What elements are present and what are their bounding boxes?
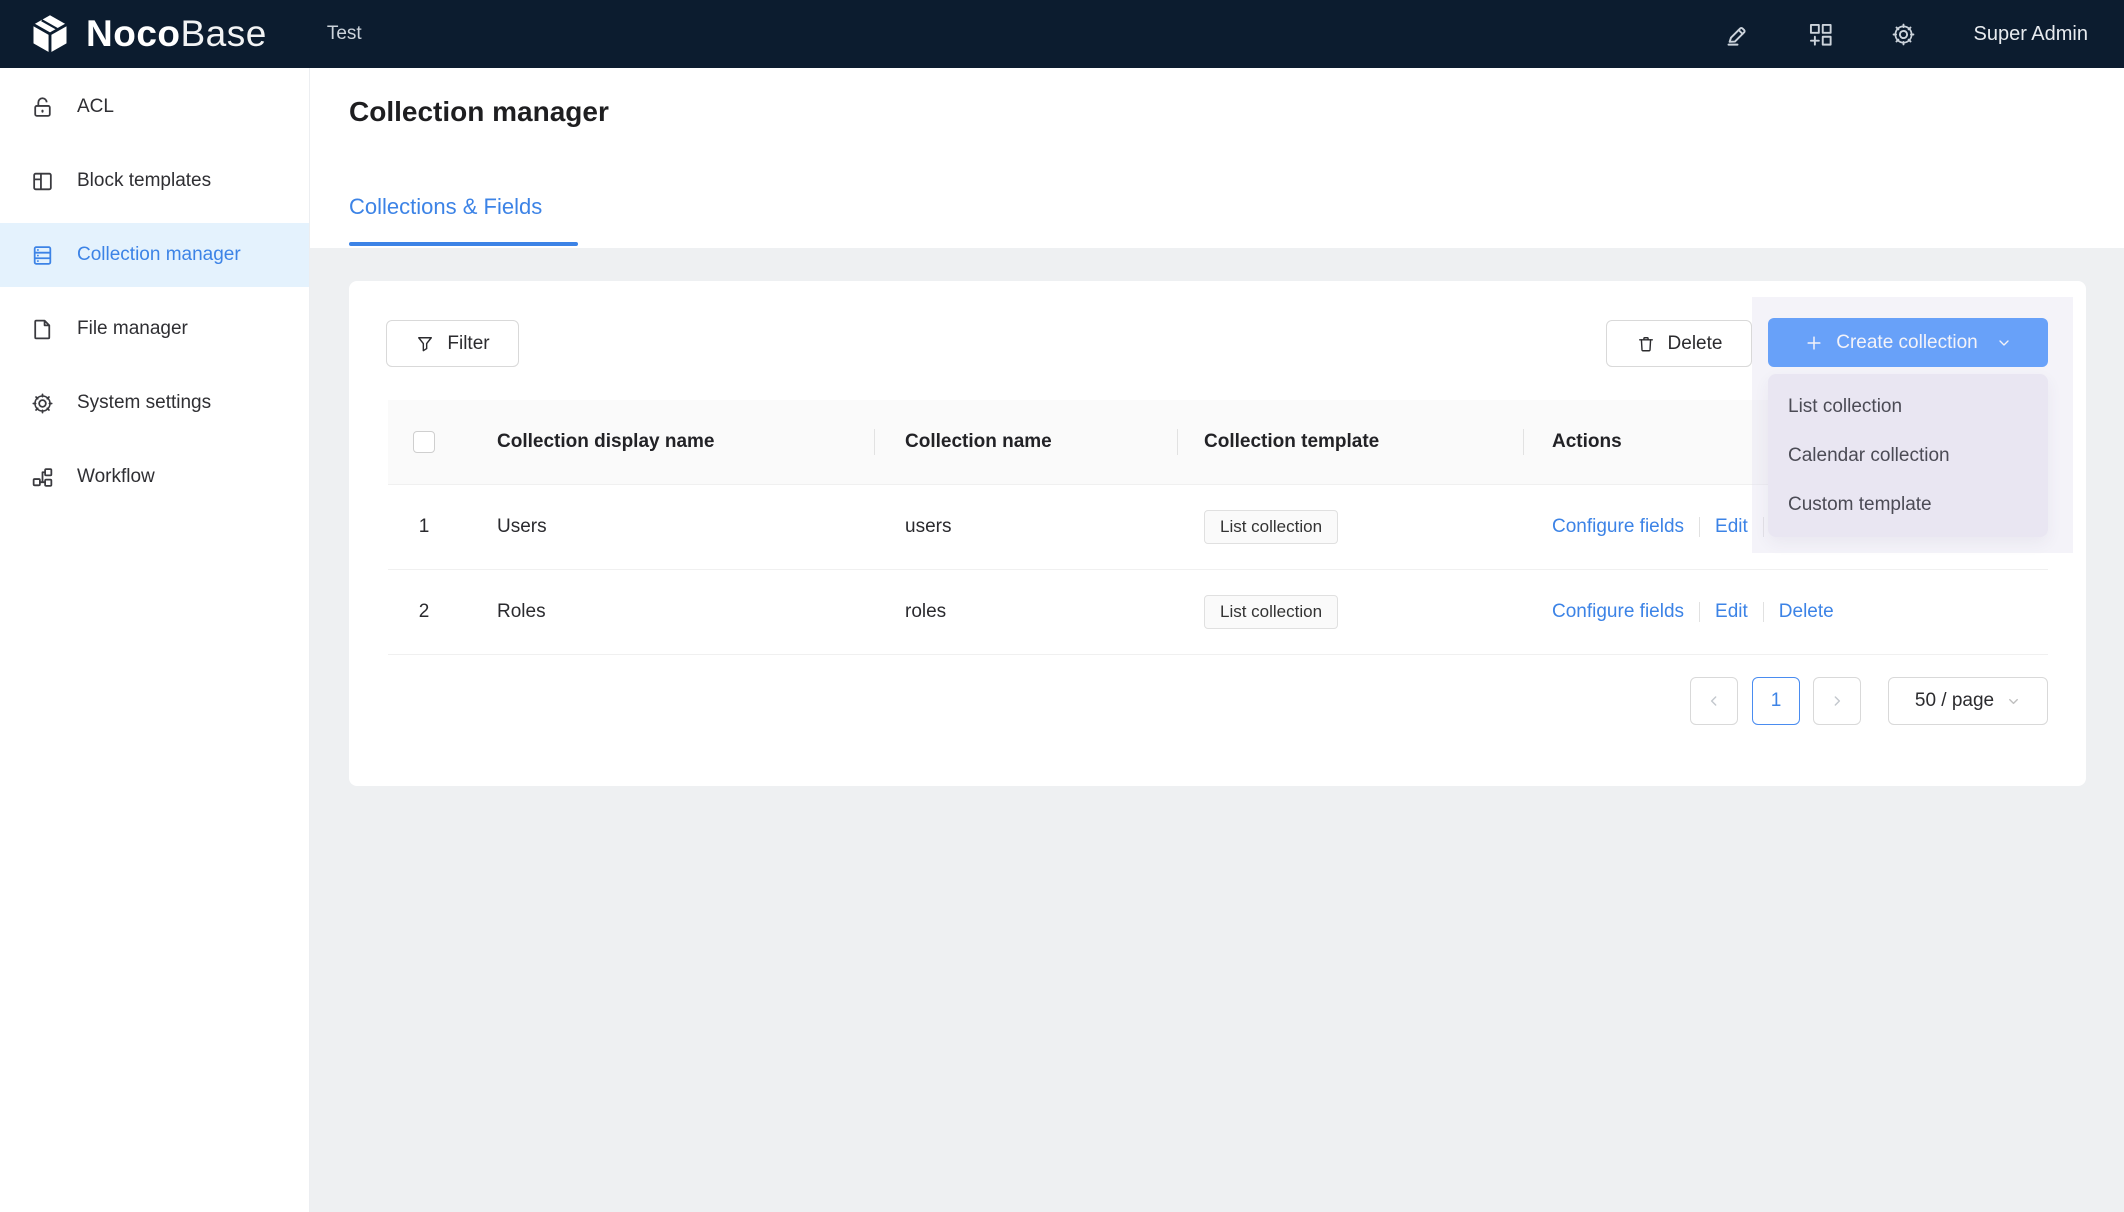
chevron-down-icon	[2006, 694, 2021, 709]
sidebar-item-label: ACL	[77, 96, 114, 118]
pagination-next-button[interactable]	[1813, 677, 1861, 725]
select-all-checkbox[interactable]	[413, 431, 435, 453]
trash-icon	[1636, 334, 1656, 354]
brand-text: NocoBase	[86, 13, 267, 55]
tab-collections-and-fields[interactable]: Collections & Fields	[349, 194, 542, 220]
sidebar-item-collection-manager[interactable]: Collection manager	[0, 223, 309, 287]
top-navbar: NocoBase Test Super Admin	[0, 0, 2124, 68]
sidebar: ACL Block templates Collection manager F…	[0, 68, 310, 1212]
pagination-page-1[interactable]: 1	[1752, 677, 1800, 725]
delete-link[interactable]: Delete	[1779, 601, 1834, 623]
delete-button[interactable]: Delete	[1606, 320, 1752, 367]
template-tag: List collection	[1204, 595, 1338, 629]
action-divider	[1699, 602, 1700, 622]
configure-fields-link[interactable]: Configure fields	[1552, 516, 1684, 538]
active-tab-underline	[349, 242, 578, 246]
configure-fields-link[interactable]: Configure fields	[1552, 601, 1684, 623]
page-size-select[interactable]: 50 / page	[1888, 677, 2048, 725]
column-header-template: Collection template	[1178, 431, 1524, 453]
user-menu[interactable]: Super Admin	[1973, 23, 2088, 46]
page-size-value: 50 / page	[1915, 690, 1994, 712]
dropdown-item-calendar-collection[interactable]: Calendar collection	[1768, 431, 2048, 480]
sidebar-item-file-manager[interactable]: File manager	[0, 297, 309, 361]
create-collection-dropdown: List collection Calendar collection Cust…	[1768, 374, 2048, 537]
sidebar-item-system-settings[interactable]: System settings	[0, 371, 309, 435]
column-header-collection-name: Collection name	[875, 431, 1178, 453]
template-tag: List collection	[1204, 510, 1338, 544]
funnel-icon	[415, 334, 435, 354]
layout-icon	[30, 169, 55, 194]
sidebar-item-label: System settings	[77, 392, 211, 414]
cell-display-name: Users	[460, 516, 875, 538]
gear-icon	[30, 391, 55, 416]
main-content: Collection manager Collections & Fields …	[310, 68, 2124, 1212]
navbar-right-group: Super Admin	[1724, 21, 2088, 48]
cell-display-name: Roles	[460, 601, 875, 623]
sidebar-item-label: Collection manager	[77, 244, 241, 266]
delete-label: Delete	[1668, 333, 1723, 355]
file-icon	[30, 317, 55, 342]
column-separator	[1523, 429, 1524, 455]
sidebar-item-workflow[interactable]: Workflow	[0, 445, 309, 509]
workflow-icon	[30, 465, 55, 490]
page-title: Collection manager	[349, 96, 609, 128]
action-divider	[1763, 602, 1764, 622]
nav-menu-item-test[interactable]: Test	[327, 23, 362, 45]
chevron-left-icon	[1706, 693, 1722, 709]
lock-icon	[30, 95, 55, 120]
row-index: 1	[388, 516, 460, 538]
dropdown-item-custom-template[interactable]: Custom template	[1768, 480, 2048, 529]
sidebar-item-label: File manager	[77, 318, 188, 340]
cell-collection-name: users	[875, 516, 1178, 538]
sidebar-item-label: Block templates	[77, 170, 211, 192]
sidebar-item-block-templates[interactable]: Block templates	[0, 149, 309, 213]
filter-button[interactable]: Filter	[386, 320, 519, 367]
sidebar-item-label: Workflow	[77, 466, 155, 488]
pagination-prev-button[interactable]	[1690, 677, 1738, 725]
action-divider	[1699, 517, 1700, 537]
collection-table-icon	[30, 243, 55, 268]
edit-link[interactable]: Edit	[1715, 516, 1748, 538]
dropdown-item-list-collection[interactable]: List collection	[1768, 382, 2048, 431]
chevron-right-icon	[1829, 693, 1845, 709]
row-index: 2	[388, 601, 460, 623]
edit-link[interactable]: Edit	[1715, 601, 1748, 623]
column-header-display-name: Collection display name	[460, 431, 875, 453]
settings-gear-icon[interactable]	[1890, 21, 1917, 48]
sidebar-item-acl[interactable]: ACL	[0, 75, 309, 139]
nocobase-cube-icon	[28, 12, 72, 56]
page-header: Collection manager Collections & Fields	[310, 68, 2124, 248]
filter-label: Filter	[447, 333, 489, 355]
table-row-roles: 2 Roles roles List collection Configure …	[388, 570, 2048, 655]
ui-editor-pen-icon[interactable]	[1724, 21, 1751, 48]
plugin-appstore-add-icon[interactable]	[1807, 21, 1834, 48]
cell-collection-name: roles	[875, 601, 1178, 623]
brand-logo[interactable]: NocoBase	[28, 12, 267, 56]
